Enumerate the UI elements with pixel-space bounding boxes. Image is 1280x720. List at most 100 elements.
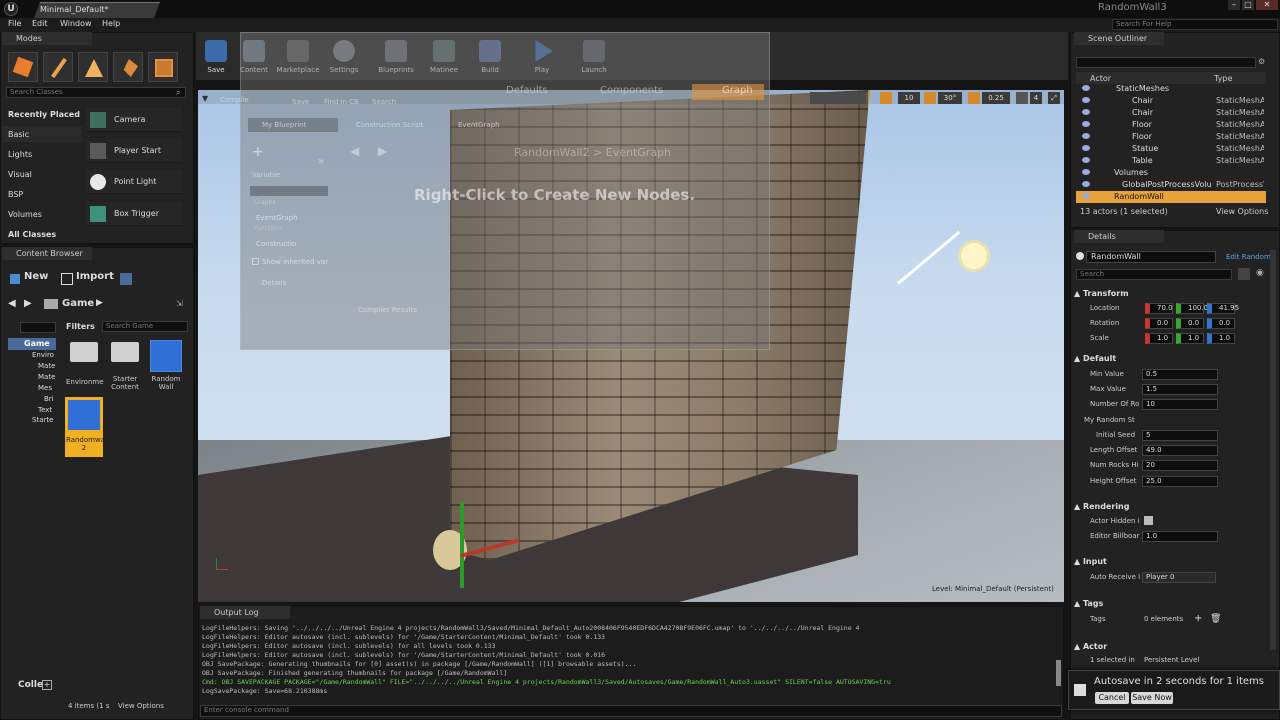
visibility-eye-icon[interactable]: ◉ (1256, 268, 1264, 278)
category-volumes[interactable]: Volumes (8, 210, 42, 219)
eye-icon[interactable] (1082, 85, 1090, 91)
tree-search-input[interactable] (20, 322, 56, 333)
bp-tab-construction-script[interactable]: Construction Script (356, 121, 423, 129)
delete-tag-icon[interactable]: 🗑 (1210, 614, 1221, 624)
num-rocks-high-field[interactable]: 20 (1142, 460, 1218, 471)
outliner-row[interactable]: StatueStaticMeshAc (1076, 143, 1266, 155)
outliner-row[interactable]: StaticMeshes (1076, 83, 1266, 95)
search-classes-input[interactable]: Search Classes (6, 87, 186, 98)
my-random-stream-label[interactable]: My Random St (1084, 416, 1136, 424)
location-y-field[interactable]: 100.0 (1176, 303, 1208, 314)
graph-forward-icon[interactable]: ▶ (378, 144, 387, 158)
asset-randomwall-2[interactable]: Randomwall 2 (66, 436, 109, 452)
editor-billboard-field[interactable]: 1.0 (1142, 531, 1218, 542)
section-transform[interactable]: ▲ Transform (1074, 289, 1268, 303)
filters-button[interactable]: Filters (66, 322, 95, 331)
path-game[interactable]: Game (62, 298, 94, 309)
bp-mode-components[interactable]: Components (600, 85, 663, 96)
outliner-search-input[interactable] (1076, 57, 1256, 68)
rotation-snap-icon[interactable] (924, 92, 936, 104)
camera-speed-value[interactable]: 4 (1030, 92, 1042, 104)
foliage-mode-icon[interactable] (113, 52, 143, 82)
actor-hidden-checkbox[interactable] (1144, 516, 1153, 525)
menu-file[interactable]: File (8, 19, 21, 28)
scale-y-field[interactable]: 1.0 (1176, 333, 1204, 344)
tree-materials[interactable]: Mate (38, 362, 55, 370)
tree-meshes[interactable]: Mes (38, 384, 52, 392)
menu-edit[interactable]: Edit (32, 19, 48, 28)
cancel-autosave-button[interactable]: Cancel (1095, 692, 1129, 704)
directional-light-icon[interactable] (958, 240, 990, 272)
lock-icon[interactable]: ⇲ (176, 299, 183, 308)
expand-chevron-icon[interactable]: » (318, 156, 324, 167)
add-tag-icon[interactable]: + (1194, 613, 1202, 624)
actor-name-input[interactable]: RandomWall (1086, 251, 1216, 263)
asset-environments[interactable]: Environme (66, 378, 104, 386)
column-actor[interactable]: Actor (1090, 74, 1111, 83)
tree-starter[interactable]: Starte (32, 416, 53, 424)
section-tags[interactable]: ▲ Tags (1074, 599, 1268, 613)
section-actor[interactable]: ▲ Actor (1074, 642, 1268, 656)
max-value-field[interactable]: 1.5 (1142, 384, 1218, 395)
eye-icon[interactable] (1082, 193, 1090, 199)
initial-seed-field[interactable]: 5 (1142, 430, 1218, 441)
place-item-player-start[interactable]: Player Start (86, 139, 182, 163)
save-all-icon[interactable] (120, 273, 132, 285)
category-all-classes[interactable]: All Classes (8, 230, 56, 239)
eye-icon[interactable] (1082, 145, 1090, 151)
rotation-snap-value[interactable]: 30° (938, 92, 962, 104)
menu-help[interactable]: Help (102, 19, 120, 28)
outliner-filter-icon[interactable]: ⚙ (1258, 57, 1265, 66)
outliner-view-options-button[interactable]: View Options (1216, 207, 1268, 216)
help-search-input[interactable]: Search For Help (1112, 19, 1278, 30)
folder-starter-content-icon[interactable] (111, 342, 139, 362)
column-type[interactable]: Type (1214, 74, 1232, 83)
blueprint-thumbnail-icon[interactable] (150, 340, 182, 372)
eye-icon[interactable] (1082, 121, 1090, 127)
show-inherited-checkbox[interactable] (252, 258, 259, 265)
section-default[interactable]: ▲ Default (1074, 354, 1268, 368)
outliner-row[interactable]: ChairStaticMeshAc (1076, 107, 1266, 119)
viewport-menu-icon[interactable]: ▼ (202, 94, 208, 103)
bp-find-in-cb-button[interactable]: Find in CB (324, 98, 359, 106)
length-offset-field[interactable]: 49.0 (1142, 445, 1218, 456)
maximize-viewport-icon[interactable]: ⤢ (1048, 92, 1060, 104)
menu-window[interactable]: Window (60, 19, 92, 28)
scale-x-field[interactable]: 1.0 (1145, 333, 1173, 344)
auto-receive-input-dropdown[interactable]: Player 0 (1142, 572, 1216, 583)
search-game-input[interactable]: Search Game (102, 321, 188, 332)
asset-random-wall[interactable]: Random Wall (146, 375, 186, 391)
tree-materials-2[interactable]: Mate (38, 373, 55, 381)
outliner-row[interactable]: FloorStaticMeshAc (1076, 131, 1266, 143)
scale-snap-value[interactable]: 0.25 (982, 92, 1010, 104)
eye-icon[interactable] (1082, 169, 1090, 175)
landscape-mode-icon[interactable] (78, 52, 108, 82)
maximize-icon[interactable]: □ (1242, 0, 1254, 10)
min-value-field[interactable]: 0.5 (1142, 369, 1218, 380)
bp-construction-item[interactable]: Constructio (256, 240, 296, 248)
unreal-logo-icon[interactable]: U (4, 2, 18, 16)
rotation-y-field[interactable]: 0.0 (1176, 318, 1204, 329)
folder-environments-icon[interactable] (70, 342, 98, 362)
bp-mode-defaults[interactable]: Defaults (506, 85, 548, 96)
minimize-icon[interactable]: – (1228, 0, 1240, 10)
cb-view-options-button[interactable]: View Options (118, 702, 164, 710)
eye-icon[interactable] (1082, 109, 1090, 115)
document-tab[interactable]: Minimal_Default* (34, 2, 160, 18)
tree-game[interactable]: Game (24, 339, 50, 348)
eye-icon[interactable] (1082, 97, 1090, 103)
eye-icon[interactable] (1082, 133, 1090, 139)
tree-environments[interactable]: Enviro (32, 351, 54, 359)
modes-tab[interactable]: Modes (2, 32, 92, 45)
output-log-tab[interactable]: Output Log (200, 606, 290, 619)
outliner-row[interactable]: FloorStaticMeshAc (1076, 119, 1266, 131)
forward-arrow-icon[interactable]: ▶ (24, 298, 32, 309)
gizmo-z-axis[interactable] (460, 502, 464, 588)
log-scrollbar[interactable] (1056, 660, 1061, 686)
bp-search-button[interactable]: Search (372, 98, 396, 106)
outliner-row[interactable]: GlobalPostProcessVolum PostProcessV (1076, 179, 1266, 191)
outliner-row-selected[interactable]: RandomWall (1076, 191, 1266, 203)
grid-snap-value[interactable]: 10 (898, 92, 920, 104)
tree-textures[interactable]: Text (38, 406, 52, 414)
bp-tab-eventgraph[interactable]: EventGraph (458, 121, 500, 129)
